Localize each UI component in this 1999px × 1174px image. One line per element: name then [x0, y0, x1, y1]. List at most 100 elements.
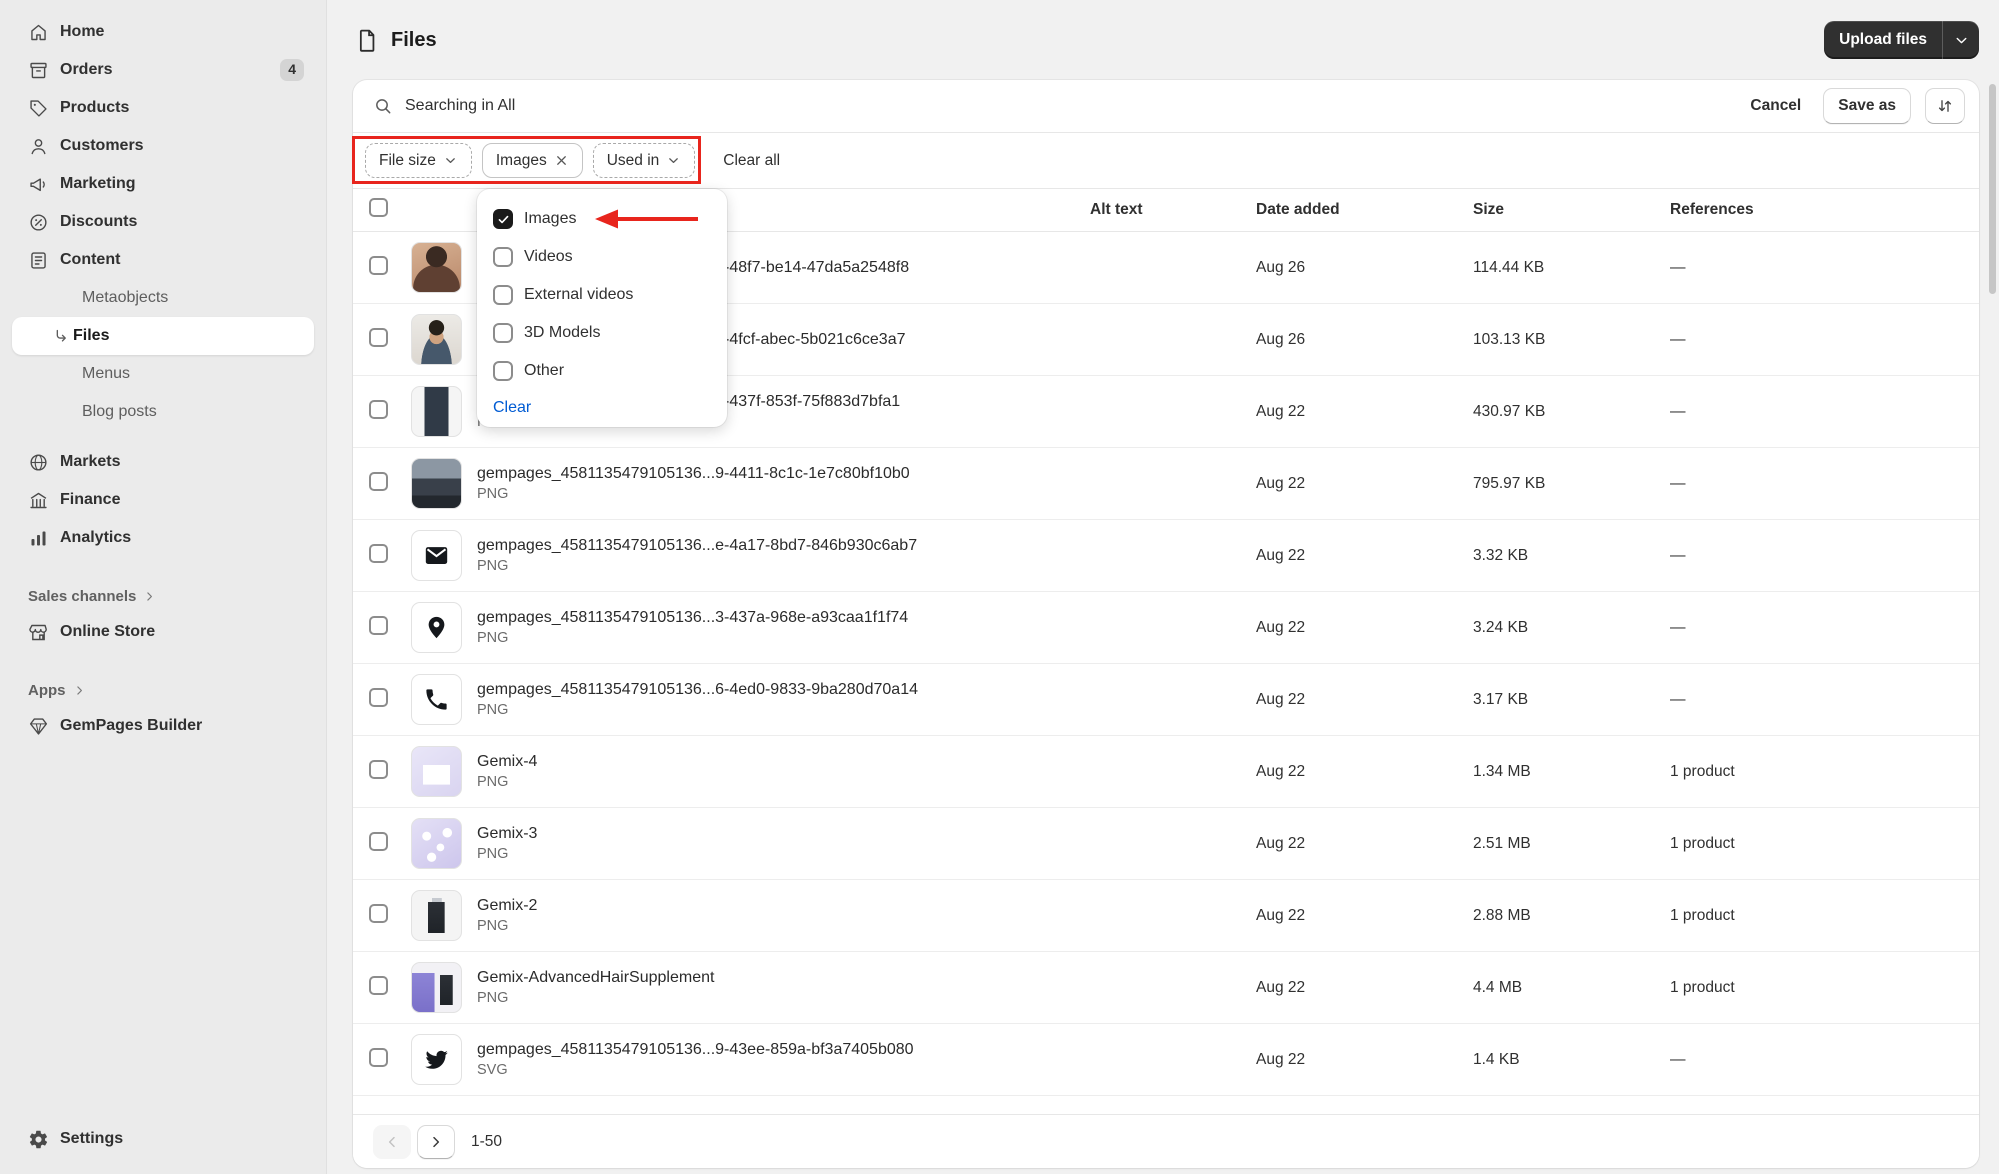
cancel-button[interactable]: Cancel: [1740, 91, 1811, 121]
references: 1 product: [1670, 834, 1735, 852]
file-name-link[interactable]: Gemix-4: [477, 753, 1090, 771]
file-type: PNG: [477, 774, 509, 790]
save-as-button[interactable]: Save as: [1823, 88, 1911, 124]
chevron-right-icon: [73, 684, 86, 697]
filter-file-size[interactable]: File size: [365, 143, 472, 178]
table-row: gempages_4581135479105136...e-4a17-8bd7-…: [353, 520, 1979, 592]
filter-label: File size: [379, 151, 436, 169]
table-row: Gemix-3 PNG Aug 22 2.51 MB 1 product: [353, 808, 1979, 880]
sidebar-item-files[interactable]: Files: [12, 317, 314, 355]
file-name-link[interactable]: gempages_4581135479105136...3-437a-968e-…: [477, 609, 1090, 627]
row-checkbox[interactable]: [369, 975, 388, 995]
sidebar-item-label: Analytics: [60, 529, 132, 546]
upload-files-button[interactable]: Upload files: [1824, 21, 1943, 59]
clear-all-button[interactable]: Clear all: [723, 152, 780, 170]
row-checkbox[interactable]: [369, 687, 388, 707]
gemix-4-thumbnail[interactable]: [411, 746, 462, 797]
avatar-man-thumbnail[interactable]: [411, 314, 462, 365]
file-name-link[interactable]: gempages_4581135479105136...e-4a17-8bd7-…: [477, 537, 1090, 555]
checkbox[interactable]: [493, 361, 513, 381]
sidebar-item-customers[interactable]: Customers: [12, 127, 314, 165]
file-name-link[interactable]: gempages_4581135479105136...6-4ed0-9833-…: [477, 681, 1090, 699]
references: —: [1670, 618, 1686, 636]
sidebar-item-analytics[interactable]: Analytics: [12, 519, 314, 557]
sidebar-item-finance[interactable]: Finance: [12, 481, 314, 519]
gemix-2-thumbnail[interactable]: [411, 890, 462, 941]
pagination-prev-button[interactable]: [373, 1124, 411, 1159]
gemix-adv-thumbnail[interactable]: [411, 962, 462, 1013]
dropdown-clear-button[interactable]: Clear: [477, 390, 727, 417]
envelope-icon-thumbnail[interactable]: [411, 530, 462, 581]
sidebar-item-online-store[interactable]: Online Store: [12, 613, 314, 651]
row-checkbox[interactable]: [369, 327, 388, 347]
sidebar-item-blog-posts[interactable]: Blog posts: [12, 393, 314, 431]
row-checkbox[interactable]: [369, 759, 388, 779]
sidebar-item-orders[interactable]: Orders 4: [12, 51, 314, 89]
filter-type-images-chip[interactable]: Images: [481, 143, 583, 178]
sidebar-item-content[interactable]: Content: [12, 241, 314, 279]
checkbox[interactable]: [493, 285, 513, 305]
sidebar-item-discounts[interactable]: Discounts: [12, 203, 314, 241]
row-checkbox[interactable]: [369, 831, 388, 851]
filter-option-videos[interactable]: Videos: [477, 238, 727, 276]
section-label: Apps: [28, 681, 66, 699]
sidebar-item-home[interactable]: Home: [12, 13, 314, 51]
sidebar-item-settings[interactable]: Settings: [12, 1120, 314, 1158]
file-size: 4.4 MB: [1473, 978, 1523, 996]
upload-files-dropdown-button[interactable]: [1943, 21, 1979, 59]
phone-icon-thumbnail[interactable]: [411, 674, 462, 725]
file-type: PNG: [477, 558, 509, 574]
references: —: [1670, 474, 1686, 492]
sidebar-item-marketing[interactable]: Marketing: [12, 165, 314, 203]
close-icon[interactable]: [554, 153, 569, 168]
date-added: Aug 22: [1256, 1050, 1306, 1068]
avatar-woman-thumbnail[interactable]: [411, 242, 462, 293]
gem-icon: [28, 716, 49, 737]
file-name-link[interactable]: Gemix-3: [477, 825, 1090, 843]
row-checkbox[interactable]: [369, 615, 388, 635]
filter-option-3d-models[interactable]: 3D Models: [477, 314, 727, 352]
sidebar-item-metaobjects[interactable]: Metaobjects: [12, 279, 314, 317]
row-checkbox[interactable]: [369, 255, 388, 275]
file-name-link[interactable]: gempages_4581135479105136...9-43ee-859a-…: [477, 1041, 1090, 1059]
sort-button[interactable]: [1925, 88, 1965, 124]
apps-header[interactable]: Apps: [12, 673, 314, 707]
row-checkbox[interactable]: [369, 471, 388, 491]
scrollbar-thumb[interactable]: [1989, 84, 1996, 294]
row-checkbox[interactable]: [369, 543, 388, 563]
sidebar-item-label: Content: [60, 251, 121, 268]
twitter-icon-thumbnail[interactable]: [411, 1034, 462, 1085]
sidebar-item-label: Discounts: [60, 213, 138, 230]
file-name-link[interactable]: gempages_4581135479105136...9-4411-8c1c-…: [477, 465, 1090, 483]
checkbox[interactable]: [493, 323, 513, 343]
file-size: 795.97 KB: [1473, 474, 1546, 492]
sidebar-item-products[interactable]: Products: [12, 89, 314, 127]
sidebar-item-menus[interactable]: Menus: [12, 355, 314, 393]
portrait-thumbnail[interactable]: [411, 386, 462, 437]
sidebar-item-gempages-builder[interactable]: GemPages Builder: [12, 707, 314, 745]
filter-option-other[interactable]: Other: [477, 352, 727, 390]
row-checkbox[interactable]: [369, 399, 388, 419]
chevron-down-icon: [666, 153, 681, 168]
row-checkbox[interactable]: [369, 903, 388, 923]
row-checkbox[interactable]: [369, 1047, 388, 1067]
file-name-link[interactable]: Gemix-2: [477, 897, 1090, 915]
filter-option-images[interactable]: Images: [477, 200, 727, 238]
sales-channels-header[interactable]: Sales channels: [12, 579, 314, 613]
column-size: Size: [1473, 201, 1505, 218]
file-size: 2.88 MB: [1473, 906, 1531, 924]
search-input[interactable]: Searching in All: [405, 97, 1728, 115]
chevron-right-icon: [143, 590, 156, 603]
select-all-checkbox[interactable]: [369, 198, 388, 217]
filter-option-external-videos[interactable]: External videos: [477, 276, 727, 314]
pagination-next-button[interactable]: [417, 1124, 455, 1159]
pin-icon-thumbnail[interactable]: [411, 602, 462, 653]
gemix-3-thumbnail[interactable]: [411, 818, 462, 869]
checkbox-checked[interactable]: [493, 209, 513, 229]
landscape-thumbnail[interactable]: [411, 458, 462, 509]
sidebar-item-markets[interactable]: Markets: [12, 443, 314, 481]
content-icon: [28, 250, 49, 271]
file-name-link[interactable]: Gemix-AdvancedHairSupplement: [477, 969, 1090, 987]
filter-used-in[interactable]: Used in: [592, 143, 696, 178]
checkbox[interactable]: [493, 247, 513, 267]
